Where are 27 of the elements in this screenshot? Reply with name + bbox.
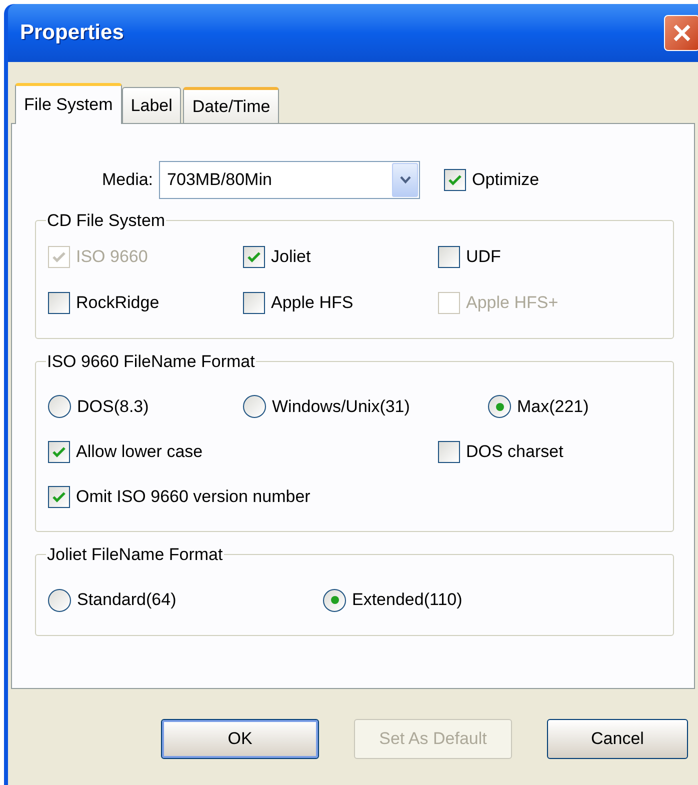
option-label: ISO 9660 xyxy=(76,246,148,268)
option-label: Omit ISO 9660 version number xyxy=(76,486,310,508)
dialog-button[interactable]: OK xyxy=(161,719,319,759)
option-label: Max(221) xyxy=(517,396,589,418)
option-label: Joliet xyxy=(271,246,311,268)
option-label: Apple HFS+ xyxy=(466,292,558,314)
dialog-button[interactable]: Cancel xyxy=(547,719,688,759)
option-label: Windows/Unix(31) xyxy=(272,396,410,418)
tab[interactable]: Date/Time xyxy=(183,87,280,123)
tab[interactable]: File System xyxy=(15,83,122,124)
media-label: Media: xyxy=(102,169,154,192)
option-label: DOS charset xyxy=(466,440,564,463)
option-label: RockRidge xyxy=(76,292,160,314)
optimize-label: Optimize xyxy=(472,169,540,192)
media-value: 703MB/80Min xyxy=(166,169,273,192)
option-label: UDF xyxy=(466,246,501,268)
group-title: Joliet FileName Format xyxy=(46,544,224,566)
group-title: ISO 9660 FileName Format xyxy=(46,350,256,372)
window-title: Properties xyxy=(20,20,125,46)
tab[interactable]: Label xyxy=(122,87,182,123)
option-label: Standard(64) xyxy=(77,589,176,612)
group-title: CD File System xyxy=(46,210,166,232)
option-label: Extended(110) xyxy=(352,589,462,612)
option-label: DOS(8.3) xyxy=(77,396,149,418)
option-label: Apple HFS xyxy=(271,292,354,314)
option-label: Allow lower case xyxy=(76,440,203,463)
media-dropdown[interactable]: 703MB/80Min xyxy=(159,161,420,199)
